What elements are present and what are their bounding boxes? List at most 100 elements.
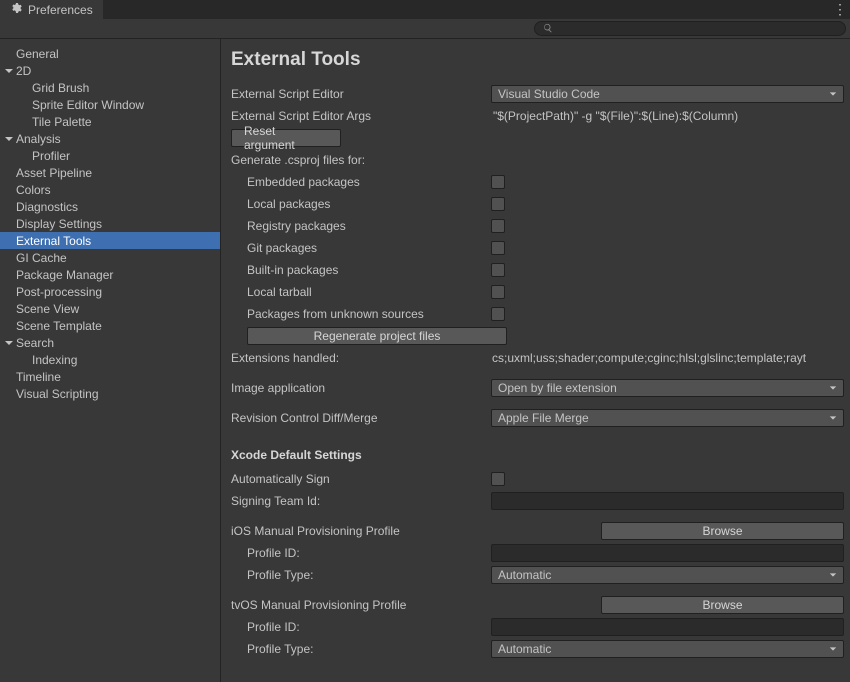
- tvos-profile-header: tvOS Manual Provisioning Profile: [231, 598, 601, 612]
- csproj-option-label: Registry packages: [231, 219, 491, 233]
- extensions-handled-label: Extensions handled:: [231, 351, 491, 365]
- sidebar-item-sprite-editor-window[interactable]: Sprite Editor Window: [0, 96, 220, 113]
- sidebar: General 2DGrid Brush Sprite Editor Window T…: [0, 39, 221, 682]
- csproj-option-label: Local tarball: [231, 285, 491, 299]
- sidebar-item-label: Sprite Editor Window: [32, 98, 144, 112]
- sidebar-item-label: Display Settings: [16, 217, 102, 231]
- sidebar-item-label: External Tools: [16, 234, 91, 248]
- tvos-profile-type-dropdown[interactable]: Automatic: [491, 640, 844, 658]
- chevron-down-icon: [829, 642, 837, 656]
- sidebar-item-label: General: [16, 47, 59, 61]
- foldout-icon[interactable]: [4, 133, 16, 145]
- sidebar-item-label: Post-processing: [16, 285, 102, 299]
- sidebar-item-tile-palette[interactable]: Tile Palette: [0, 113, 220, 130]
- preferences-tab[interactable]: Preferences: [0, 0, 104, 19]
- automatically-sign-checkbox[interactable]: [491, 472, 505, 486]
- image-application-label: Image application: [231, 381, 491, 395]
- sidebar-item-label: Asset Pipeline: [16, 166, 92, 180]
- sidebar-item-label: Search: [16, 336, 54, 350]
- gear-icon: [10, 2, 22, 17]
- ios-profile-type-label: Profile Type:: [231, 568, 491, 582]
- csproj-option-checkbox[interactable]: [491, 263, 505, 277]
- sidebar-item-scene-view[interactable]: Scene View: [0, 300, 220, 317]
- sidebar-item-post-processing[interactable]: Post-processing: [0, 283, 220, 300]
- csproj-option-label: Git packages: [231, 241, 491, 255]
- chevron-down-icon: [829, 381, 837, 395]
- sidebar-item-display-settings[interactable]: Display Settings: [0, 215, 220, 232]
- sidebar-item-gi-cache[interactable]: GI Cache: [0, 249, 220, 266]
- csproj-option-label: Local packages: [231, 197, 491, 211]
- tvos-profile-type-label: Profile Type:: [231, 642, 491, 656]
- reset-argument-button[interactable]: Reset argument: [231, 129, 341, 147]
- sidebar-item-label: Indexing: [32, 353, 77, 367]
- image-application-dropdown[interactable]: Open by file extension: [491, 379, 844, 397]
- automatically-sign-label: Automatically Sign: [231, 472, 491, 486]
- sidebar-item-label: Scene View: [16, 302, 79, 316]
- csproj-option-label: Packages from unknown sources: [231, 307, 491, 321]
- sidebar-item-profiler[interactable]: Profiler: [0, 147, 220, 164]
- tvos-profile-id-field[interactable]: [491, 618, 844, 636]
- csproj-option-checkbox[interactable]: [491, 241, 505, 255]
- sidebar-item-diagnostics[interactable]: Diagnostics: [0, 198, 220, 215]
- sidebar-item-indexing[interactable]: Indexing: [0, 351, 220, 368]
- window-menu-icon[interactable]: ⋮: [830, 0, 850, 19]
- csproj-option-label: Embedded packages: [231, 175, 491, 189]
- external-script-editor-args-value: "$(ProjectPath)" -g "$(File)":$(Line):$(…: [491, 109, 844, 123]
- sidebar-item-colors[interactable]: Colors: [0, 181, 220, 198]
- search-input[interactable]: [557, 23, 837, 35]
- tvos-browse-button[interactable]: Browse: [601, 596, 844, 614]
- sidebar-item-analysis[interactable]: Analysis: [0, 130, 220, 147]
- sidebar-item-external-tools[interactable]: External Tools: [0, 232, 220, 249]
- signing-team-id-field[interactable]: [491, 492, 844, 510]
- sidebar-item-label: Scene Template: [16, 319, 102, 333]
- sidebar-item-package-manager[interactable]: Package Manager: [0, 266, 220, 283]
- sidebar-item-search[interactable]: Search: [0, 334, 220, 351]
- toolbar: [0, 19, 850, 39]
- ios-profile-id-label: Profile ID:: [231, 546, 491, 560]
- csproj-option-checkbox[interactable]: [491, 307, 505, 321]
- generate-csproj-label: Generate .csproj files for:: [231, 153, 491, 167]
- sidebar-item-visual-scripting[interactable]: Visual Scripting: [0, 385, 220, 402]
- regenerate-project-files-button[interactable]: Regenerate project files: [247, 327, 507, 345]
- csproj-option-checkbox[interactable]: [491, 285, 505, 299]
- chevron-down-icon: [829, 87, 837, 101]
- xcode-section-header: Xcode Default Settings: [231, 448, 844, 462]
- sidebar-item-general[interactable]: General: [0, 45, 220, 62]
- sidebar-item-label: Colors: [16, 183, 51, 197]
- csproj-option-checkbox[interactable]: [491, 219, 505, 233]
- ios-browse-button[interactable]: Browse: [601, 522, 844, 540]
- extensions-handled-value: [491, 349, 844, 367]
- ios-profile-id-field[interactable]: [491, 544, 844, 562]
- search-field[interactable]: [534, 21, 846, 36]
- sidebar-item-scene-template[interactable]: Scene Template: [0, 317, 220, 334]
- sidebar-item-asset-pipeline[interactable]: Asset Pipeline: [0, 164, 220, 181]
- sidebar-item-label: 2D: [16, 64, 31, 78]
- content-area: External Tools External Script Editor Vi…: [221, 39, 850, 682]
- sidebar-item-grid-brush[interactable]: Grid Brush: [0, 79, 220, 96]
- sidebar-item-label: Diagnostics: [16, 200, 78, 214]
- revision-control-dropdown[interactable]: Apple File Merge: [491, 409, 844, 427]
- foldout-icon[interactable]: [4, 337, 16, 349]
- sidebar-item-label: Analysis: [16, 132, 61, 146]
- sidebar-item-label: GI Cache: [16, 251, 67, 265]
- search-icon: [543, 22, 553, 36]
- signing-team-id-label: Signing Team Id:: [231, 494, 491, 508]
- external-script-editor-label: External Script Editor: [231, 87, 491, 101]
- tvos-profile-id-label: Profile ID:: [231, 620, 491, 634]
- sidebar-item-label: Profiler: [32, 149, 70, 163]
- page-title: External Tools: [231, 49, 844, 71]
- csproj-option-checkbox[interactable]: [491, 175, 505, 189]
- revision-control-label: Revision Control Diff/Merge: [231, 411, 491, 425]
- tab-title: Preferences: [28, 3, 93, 17]
- ios-profile-header: iOS Manual Provisioning Profile: [231, 524, 601, 538]
- sidebar-item-label: Grid Brush: [32, 81, 89, 95]
- sidebar-item-label: Visual Scripting: [16, 387, 99, 401]
- sidebar-item-label: Timeline: [16, 370, 61, 384]
- csproj-option-checkbox[interactable]: [491, 197, 505, 211]
- sidebar-item-2d[interactable]: 2D: [0, 62, 220, 79]
- sidebar-item-label: Tile Palette: [32, 115, 92, 129]
- external-script-editor-dropdown[interactable]: Visual Studio Code: [491, 85, 844, 103]
- ios-profile-type-dropdown[interactable]: Automatic: [491, 566, 844, 584]
- foldout-icon[interactable]: [4, 65, 16, 77]
- sidebar-item-timeline[interactable]: Timeline: [0, 368, 220, 385]
